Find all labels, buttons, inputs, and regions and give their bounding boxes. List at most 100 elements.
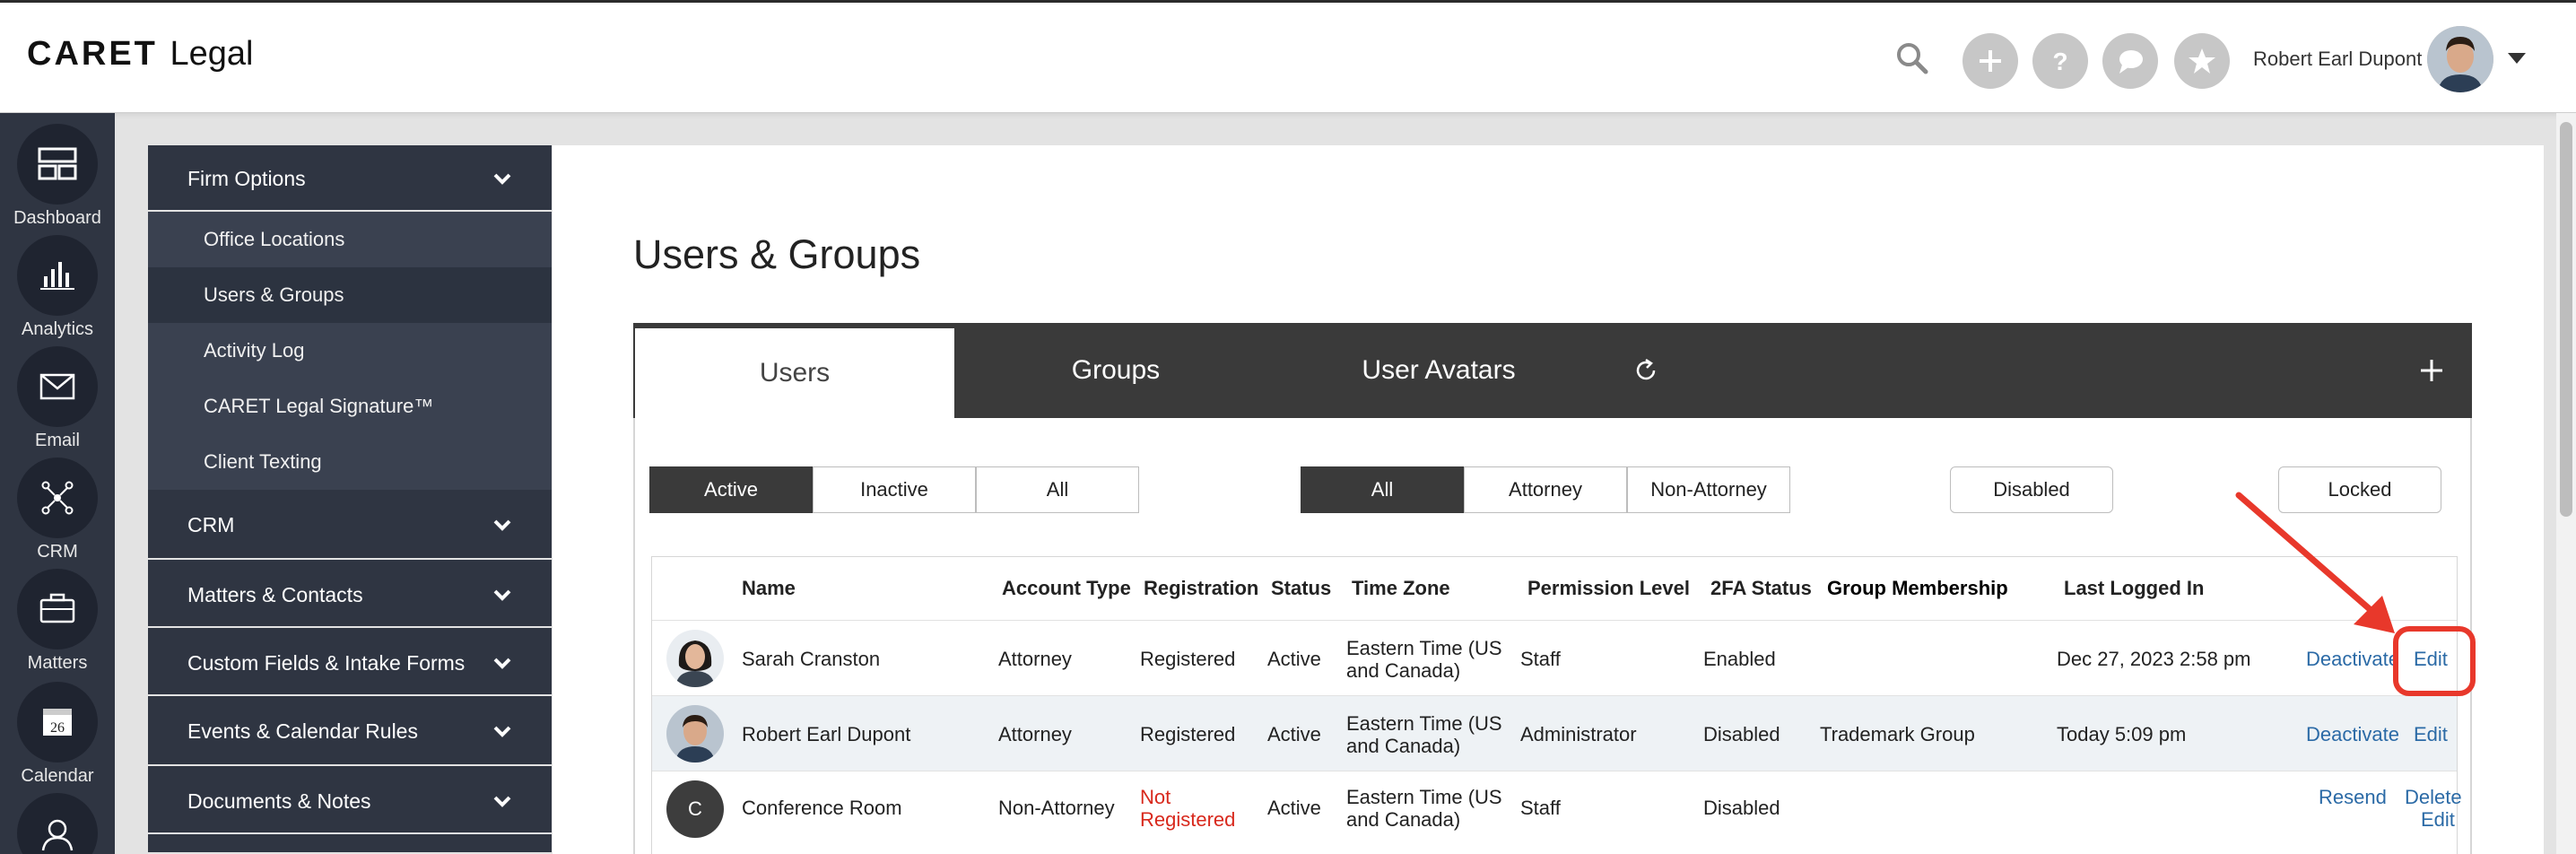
chat-button[interactable] xyxy=(2102,33,2158,89)
column-header-account-type[interactable]: Account Type xyxy=(1002,577,1131,600)
filter-disabled[interactable]: Disabled xyxy=(1950,466,2113,513)
cell-account-type: Attorney xyxy=(998,723,1072,745)
cell-registration: Not Registered xyxy=(1140,786,1235,831)
settings-item-client-texting[interactable]: Client Texting xyxy=(148,434,552,490)
cell-tz-line2: and Canada) xyxy=(1346,659,1461,682)
cell-status: Active xyxy=(1267,797,1321,819)
column-header-name[interactable]: Name xyxy=(742,577,796,600)
settings-group-firm-options[interactable]: Firm Options xyxy=(148,145,552,212)
resend-link[interactable]: Resend xyxy=(2319,786,2387,808)
settings-item-activity-log[interactable]: Activity Log xyxy=(148,323,552,379)
contacts-icon xyxy=(41,819,74,851)
user-name[interactable]: Robert Earl Dupont xyxy=(2253,48,2422,71)
tab-users[interactable]: Users xyxy=(633,323,954,418)
nav-crm[interactable]: CRM xyxy=(0,458,115,562)
column-header-2fa-status[interactable]: 2FA Status xyxy=(1710,577,1812,600)
filter-inactive[interactable]: Inactive xyxy=(813,466,976,513)
nav-matters[interactable]: Matters xyxy=(0,569,115,674)
cell-name: Sarah Cranston xyxy=(742,648,881,670)
chat-icon xyxy=(2119,50,2143,74)
item-label: Activity Log xyxy=(204,339,305,362)
annotation-highlight-box xyxy=(2393,626,2476,696)
settings-group-crm[interactable]: CRM xyxy=(148,490,552,560)
cell-registration-line1: Not xyxy=(1140,786,1171,808)
column-header-permission-level[interactable]: Permission Level xyxy=(1527,577,1690,600)
analytics-icon xyxy=(40,262,74,290)
nav-contacts[interactable] xyxy=(0,793,115,854)
nav-dashboard[interactable]: Dashboard xyxy=(0,124,115,229)
settings-item-office-locations[interactable]: Office Locations xyxy=(148,212,552,267)
group-label: Firm Options xyxy=(187,167,306,190)
top-header: CARET Legal ? Robert Earl Dupont xyxy=(0,0,2576,113)
app-logo[interactable]: CARET Legal xyxy=(27,35,253,74)
delete-link[interactable]: Delete xyxy=(2405,786,2462,808)
column-header-time-zone[interactable]: Time Zone xyxy=(1352,577,1450,600)
logo-brand-text: CARET xyxy=(27,35,158,73)
email-icon xyxy=(39,373,75,400)
help-icon: ? xyxy=(2052,48,2067,75)
cell-status: Active xyxy=(1267,648,1321,670)
item-label: Client Texting xyxy=(204,450,322,473)
table-row[interactable]: Sarah Cranston Attorney Registered Activ… xyxy=(652,620,2457,695)
search-icon[interactable] xyxy=(1894,40,1930,76)
logo-suffix-text: Legal xyxy=(170,35,254,73)
group-label: Documents & Notes xyxy=(187,789,371,813)
cell-last-login: Dec 27, 2023 2:58 pm xyxy=(2057,648,2251,670)
page-title: Users & Groups xyxy=(633,231,921,277)
tab-user-avatars[interactable]: User Avatars xyxy=(1277,323,1600,418)
favorites-button[interactable] xyxy=(2174,33,2230,89)
item-label: Office Locations xyxy=(204,228,345,250)
chevron-down-icon xyxy=(493,589,511,601)
cell-status: Active xyxy=(1267,723,1321,745)
edit-link[interactable]: Edit xyxy=(2421,808,2455,831)
cell-tz-line1: Eastern Time (US xyxy=(1346,786,1502,808)
chevron-down-icon xyxy=(493,726,511,737)
cell-2fa: Disabled xyxy=(1703,797,1780,819)
cell-permission: Staff xyxy=(1520,648,1561,670)
settings-group-more[interactable] xyxy=(148,834,552,854)
tab-groups[interactable]: Groups xyxy=(954,323,1277,418)
avatar xyxy=(666,705,724,762)
column-header-last-logged-in[interactable]: Last Logged In xyxy=(2064,577,2204,600)
cell-account-type: Attorney xyxy=(998,648,1072,670)
settings-group-documents-notes[interactable]: Documents & Notes xyxy=(148,766,552,834)
cell-registration: Registered xyxy=(1140,648,1236,670)
settings-item-users-groups[interactable]: Users & Groups xyxy=(148,267,552,323)
column-header-registration[interactable]: Registration xyxy=(1144,577,1258,600)
filter-all-status[interactable]: All xyxy=(976,466,1139,513)
nav-email[interactable]: Email xyxy=(0,346,115,451)
settings-group-events-calendar[interactable]: Events & Calendar Rules xyxy=(148,696,552,766)
user-avatar[interactable] xyxy=(2427,26,2493,92)
nav-calendar[interactable]: 26 Calendar xyxy=(0,682,115,787)
nav-label: Dashboard xyxy=(13,208,101,228)
settings-group-custom-fields[interactable]: Custom Fields & Intake Forms xyxy=(148,628,552,696)
nav-label: Calendar xyxy=(21,766,94,786)
user-menu-chevron-down-icon[interactable] xyxy=(2508,53,2526,64)
edit-link[interactable]: Edit xyxy=(2414,723,2448,745)
filter-active[interactable]: Active xyxy=(649,466,813,513)
help-button[interactable]: ? xyxy=(2032,33,2088,89)
refresh-icon[interactable] xyxy=(1632,357,1659,384)
nav-analytics[interactable]: Analytics xyxy=(0,235,115,340)
cell-tz-line2: and Canada) xyxy=(1346,735,1461,757)
add-button[interactable] xyxy=(1962,33,2018,89)
star-icon xyxy=(2189,48,2215,74)
table-row[interactable]: Robert Earl Dupont Attorney Registered A… xyxy=(652,695,2457,771)
column-header-status[interactable]: Status xyxy=(1271,577,1331,600)
add-user-plus-icon[interactable] xyxy=(2418,357,2445,384)
group-label: CRM xyxy=(187,513,235,536)
filter-all-type[interactable]: All xyxy=(1301,466,1464,513)
avatar xyxy=(666,630,724,687)
filter-attorney[interactable]: Attorney xyxy=(1464,466,1627,513)
scrollbar-thumb[interactable] xyxy=(2560,122,2572,517)
cell-permission: Administrator xyxy=(1520,723,1637,745)
deactivate-link[interactable]: Deactivate xyxy=(2306,723,2399,745)
table-row[interactable]: C Conference Room Non-Attorney Not Regist… xyxy=(652,771,2462,846)
filter-non-attorney[interactable]: Non-Attorney xyxy=(1627,466,1790,513)
page-scrollbar[interactable] xyxy=(2556,113,2576,854)
nav-label: Matters xyxy=(27,653,88,673)
settings-group-matters-contacts[interactable]: Matters & Contacts xyxy=(148,560,552,628)
avatar: C xyxy=(666,780,724,838)
settings-item-signature[interactable]: CARET Legal Signature™ xyxy=(148,379,552,434)
column-header-group-membership[interactable]: Group Membership xyxy=(1827,577,2008,600)
